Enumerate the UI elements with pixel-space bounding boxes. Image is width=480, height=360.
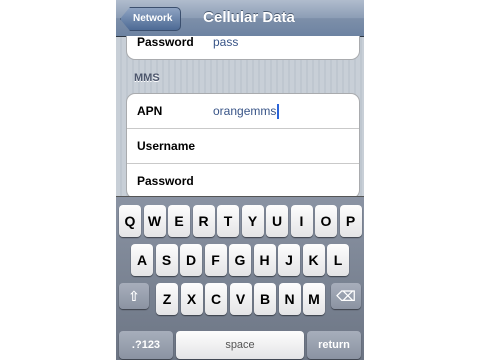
password-label: Password bbox=[137, 36, 194, 49]
mms-group: APN orangemms Username Password bbox=[126, 93, 360, 196]
shift-key[interactable]: ⇧ bbox=[119, 283, 149, 309]
key-g[interactable]: G bbox=[229, 244, 251, 276]
key-r[interactable]: R bbox=[192, 205, 215, 237]
key-p[interactable]: P bbox=[339, 205, 362, 237]
key-w[interactable]: W bbox=[143, 205, 166, 237]
key-u[interactable]: U bbox=[266, 205, 288, 237]
password-row[interactable]: Password pass bbox=[127, 36, 359, 59]
key-x[interactable]: X bbox=[180, 283, 203, 315]
text-cursor bbox=[277, 104, 280, 120]
mms-password-row[interactable]: Password bbox=[127, 164, 359, 196]
password-value[interactable]: pass bbox=[213, 36, 238, 59]
key-n[interactable]: N bbox=[278, 283, 301, 315]
username-row[interactable]: Username bbox=[127, 129, 359, 164]
numbers-key[interactable]: .?123 bbox=[119, 331, 173, 359]
key-q[interactable]: Q bbox=[119, 205, 141, 237]
phone-screen: Network Cellular Data Password pass MMS … bbox=[116, 0, 364, 360]
key-o[interactable]: O bbox=[315, 205, 337, 237]
key-z[interactable]: Z bbox=[156, 283, 178, 315]
mms-password-label: Password bbox=[137, 174, 194, 188]
key-v[interactable]: V bbox=[229, 283, 252, 315]
apn-row[interactable]: APN orangemms bbox=[127, 94, 359, 129]
settings-content: Password pass MMS APN orangemms Username… bbox=[116, 36, 364, 196]
key-h[interactable]: H bbox=[253, 244, 276, 276]
cellular-data-group: Password pass bbox=[126, 36, 360, 60]
mms-section-header: MMS bbox=[134, 72, 160, 84]
key-y[interactable]: Y bbox=[241, 205, 264, 237]
apn-value: orangemms bbox=[213, 104, 277, 118]
navigation-bar: Network Cellular Data bbox=[116, 0, 364, 37]
key-l[interactable]: L bbox=[327, 244, 349, 276]
keyboard: ⇧ ⌫ .?123 space return QWERTYUIOP ASDFGHJ… bbox=[116, 196, 364, 360]
space-key[interactable]: space bbox=[176, 331, 304, 359]
key-m[interactable]: M bbox=[303, 283, 325, 315]
delete-key[interactable]: ⌫ bbox=[331, 283, 361, 309]
key-t[interactable]: T bbox=[217, 205, 239, 237]
return-key[interactable]: return bbox=[307, 331, 361, 359]
page-title: Cellular Data bbox=[203, 9, 295, 26]
key-b[interactable]: B bbox=[254, 283, 276, 315]
key-a[interactable]: A bbox=[131, 244, 153, 276]
apn-field[interactable]: orangemms bbox=[213, 94, 280, 128]
key-i[interactable]: I bbox=[290, 205, 313, 237]
key-f[interactable]: F bbox=[204, 244, 227, 276]
username-label: Username bbox=[137, 139, 196, 153]
apn-label: APN bbox=[137, 104, 163, 118]
key-k[interactable]: K bbox=[302, 244, 325, 276]
key-s[interactable]: S bbox=[155, 244, 178, 276]
key-d[interactable]: D bbox=[180, 244, 202, 276]
key-j[interactable]: J bbox=[278, 244, 300, 276]
key-c[interactable]: C bbox=[205, 283, 227, 315]
key-e[interactable]: E bbox=[168, 205, 190, 237]
